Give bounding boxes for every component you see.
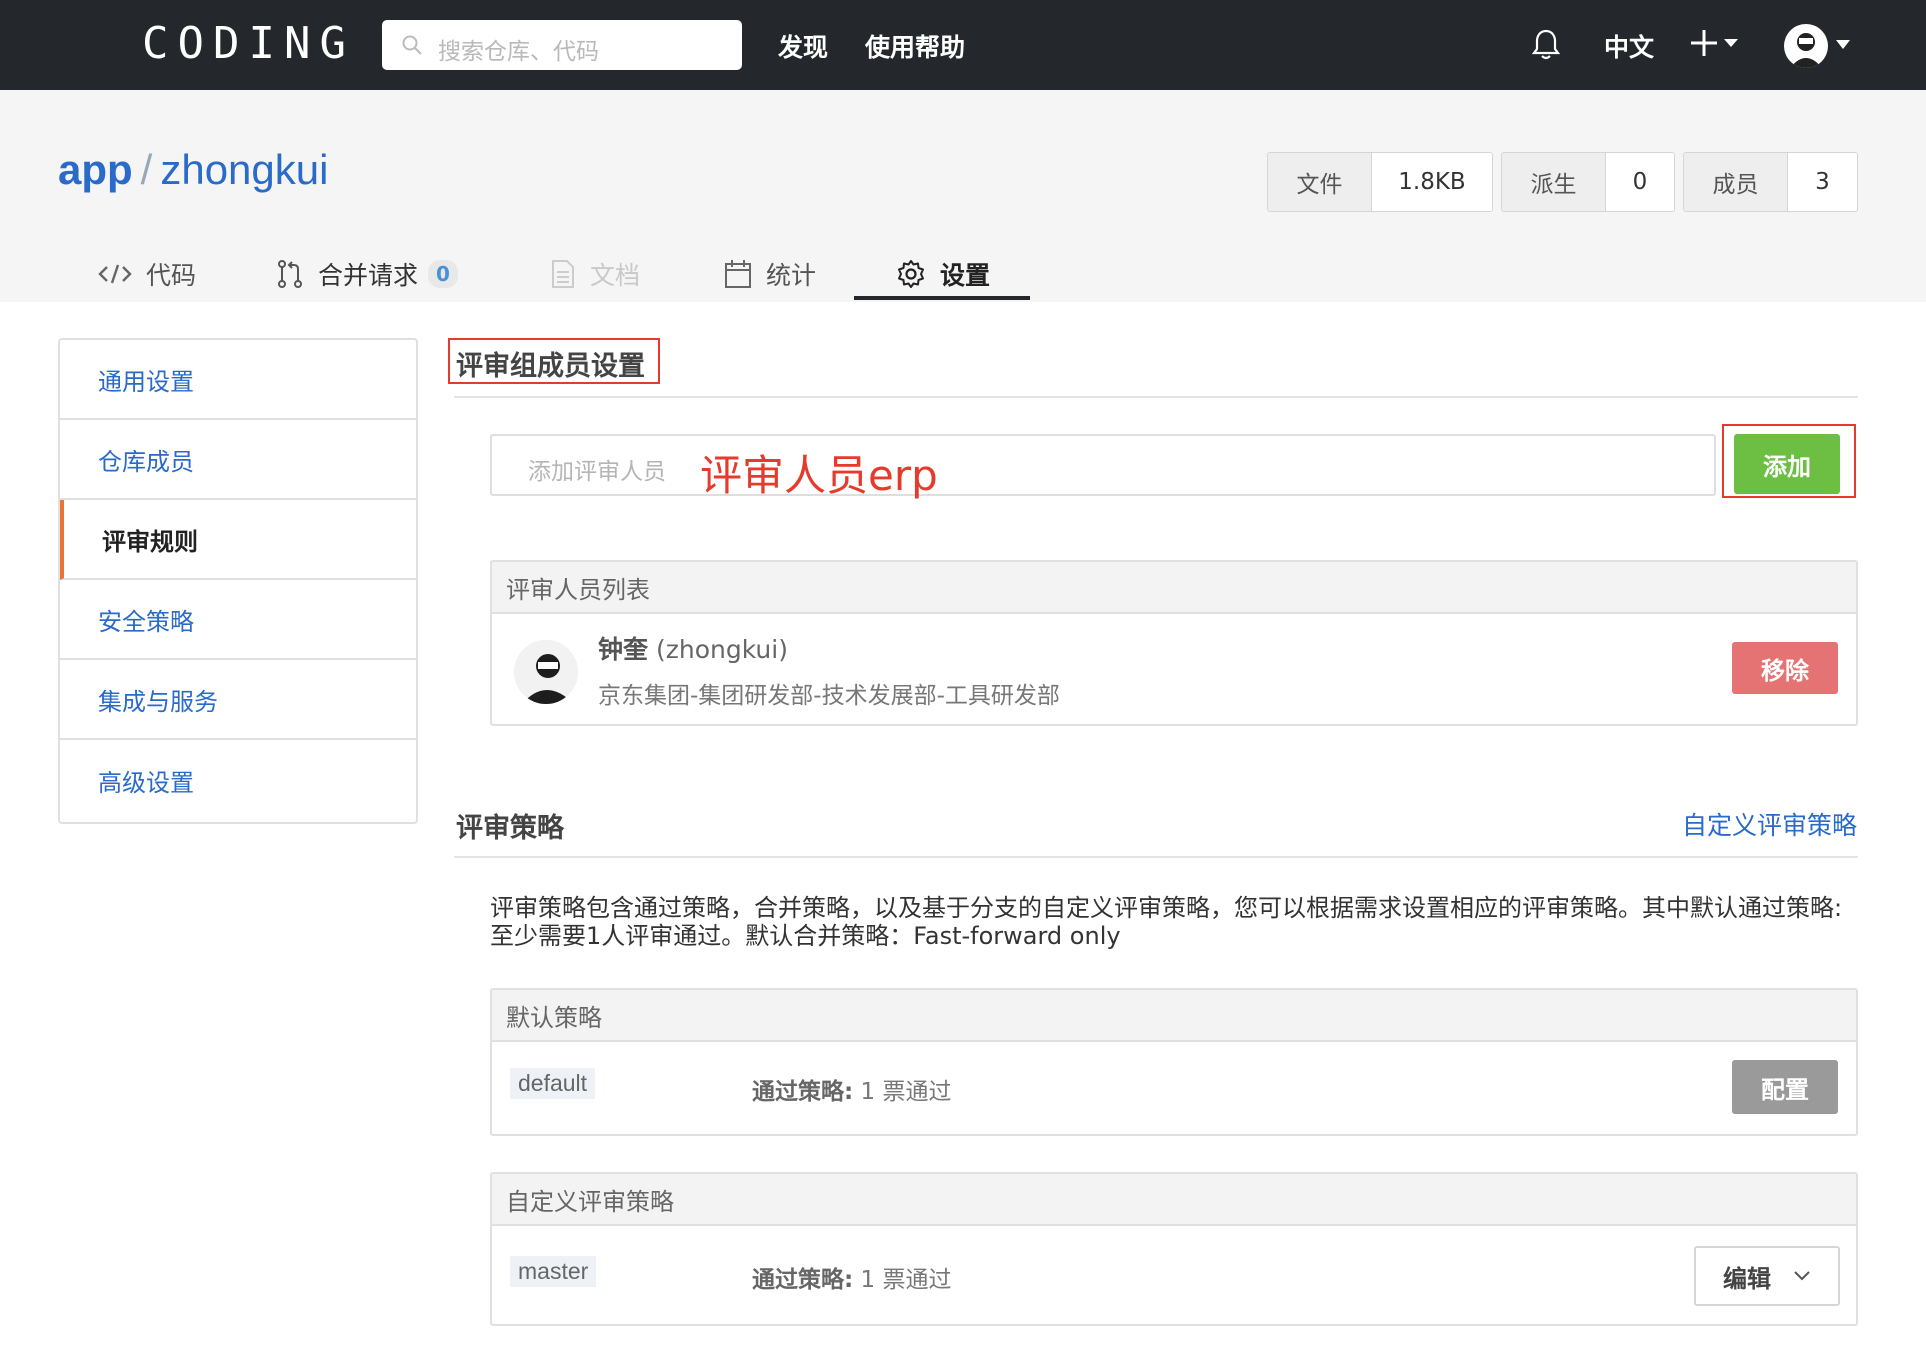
stat-label: 派生 (1502, 153, 1606, 211)
configure-button[interactable]: 配置 (1732, 1060, 1838, 1114)
avatar-image-icon (514, 640, 578, 704)
user-avatar[interactable] (1784, 24, 1828, 68)
policy-text: 通过策略: 1 票通过 (752, 1072, 951, 1106)
reviewer-input-placeholder: 添加评审人员 (528, 459, 666, 485)
reviewer-list-title: 评审人员列表 (492, 562, 1856, 614)
edit-button[interactable]: 编辑 (1694, 1246, 1840, 1306)
chevron-down-icon[interactable] (1836, 40, 1850, 50)
reviewer-input[interactable]: 添加评审人员 评审人员erp (490, 434, 1716, 500)
default-strategy-panel: 默认策略 default 通过策略: 1 票通过 配置 (490, 988, 1858, 1136)
stat-value: 1.8KB (1372, 153, 1492, 211)
avatar-image-icon (1790, 33, 1822, 68)
search-placeholder: 搜索仓库、代码 (438, 39, 599, 65)
sidebar-item-security[interactable]: 安全策略 (60, 580, 416, 660)
tab-label: 统计 (766, 261, 817, 290)
custom-strategy-panel: 自定义评审策略 master 通过策略: 1 票通过 编辑 (490, 1172, 1858, 1326)
add-reviewer-button[interactable]: 添加 (1734, 434, 1840, 494)
repo-name-link[interactable]: zhongkui (160, 146, 328, 193)
nav-help[interactable]: 使用帮助 (865, 28, 965, 64)
coding-logo[interactable]: CODING (142, 18, 355, 69)
tab-label: 代码 (146, 261, 197, 290)
avatar (514, 640, 578, 704)
sidebar-item-review-rules[interactable]: 评审规则 (60, 500, 416, 580)
sidebar-item-general[interactable]: 通用设置 (60, 340, 416, 420)
remove-reviewer-button[interactable]: 移除 (1732, 642, 1838, 694)
policy-label: 通过策略: (752, 1079, 854, 1105)
reviewers-section-title: 评审组成员设置 (456, 351, 645, 382)
gear-icon (898, 260, 924, 288)
document-icon (552, 260, 574, 288)
tab-merge-requests[interactable]: 合并请求 0 (276, 248, 458, 300)
repo-title: app / zhongkui (58, 146, 328, 194)
reviewer-display-name: 钟奎 (598, 635, 649, 664)
strategy-section-title: 评审策略 (456, 813, 564, 844)
repo-owner-link[interactable]: app (58, 146, 133, 193)
branch-tag: default (510, 1068, 596, 1099)
divider (454, 396, 1858, 398)
settings-sidebar: 通用设置 仓库成员 评审规则 安全策略 集成与服务 高级设置 (58, 338, 418, 824)
stat-label: 文件 (1268, 153, 1372, 211)
tab-label: 设置 (940, 261, 991, 290)
branch-tag: master (510, 1256, 597, 1287)
tab-stats[interactable]: 统计 (724, 248, 816, 300)
edit-button-label: 编辑 (1723, 1264, 1771, 1293)
sidebar-item-integrations[interactable]: 集成与服务 (60, 660, 416, 740)
default-strategy-title: 默认策略 (492, 990, 1856, 1042)
custom-strategy-title: 自定义评审策略 (492, 1174, 1856, 1226)
strategy-row: master 通过策略: 1 票通过 编辑 (492, 1226, 1856, 1324)
merge-request-icon (278, 260, 302, 288)
repo-separator: / (140, 146, 153, 193)
tab-code[interactable]: 代码 (98, 248, 196, 300)
search-icon (402, 35, 422, 55)
reviewer-list-panel: 评审人员列表 钟奎 (zhongkui) 京东集团-集团研发部-技术发展部-工具… (490, 560, 1858, 726)
calendar-icon (725, 260, 751, 288)
stat-value: 0 (1606, 153, 1674, 211)
strategy-description: 评审策略包含通过策略，合并策略，以及基于分支的自定义评审策略，您可以根据需求设置… (490, 894, 1843, 950)
reviewer-org: 京东集团-集团研发部-技术发展部-工具研发部 (598, 683, 1060, 709)
tab-settings[interactable]: 设置 (896, 248, 990, 300)
reviewer-login: (zhongkui) (655, 635, 788, 664)
language-switch[interactable]: 中文 (1604, 28, 1654, 64)
code-icon (98, 264, 132, 284)
search-box[interactable]: 搜索仓库、代码 (382, 20, 742, 70)
custom-strategy-link[interactable]: 自定义评审策略 (1682, 806, 1857, 842)
stat-value: 3 (1788, 153, 1857, 211)
merge-request-count-badge: 0 (428, 260, 458, 288)
nav-discover[interactable]: 发现 (778, 28, 828, 64)
tab-label: 合并请求 (318, 261, 419, 290)
policy-value: 1 票通过 (860, 1079, 952, 1105)
tab-docs: 文档 (550, 248, 640, 300)
stat-forks[interactable]: 派生 0 (1501, 152, 1675, 212)
chevron-down-icon (1794, 1271, 1810, 1281)
active-tab-indicator (854, 296, 1030, 300)
bell-icon[interactable] (1530, 28, 1562, 62)
reviewer-input-annotation: 评审人员erp (700, 451, 938, 500)
policy-text: 通过策略: 1 票通过 (752, 1260, 951, 1294)
strategy-row: default 通过策略: 1 票通过 配置 (492, 1042, 1856, 1134)
policy-label: 通过策略: (752, 1267, 854, 1293)
divider (454, 856, 1858, 858)
sidebar-item-advanced[interactable]: 高级设置 (60, 740, 416, 820)
plus-icon[interactable] (1690, 22, 1740, 66)
stat-files[interactable]: 文件 1.8KB (1267, 152, 1493, 212)
stat-members[interactable]: 成员 3 (1683, 152, 1858, 212)
top-navbar: CODING 搜索仓库、代码 发现 使用帮助 中文 (0, 0, 1926, 90)
sidebar-item-members[interactable]: 仓库成员 (60, 420, 416, 500)
stat-label: 成员 (1684, 153, 1788, 211)
tab-label: 文档 (590, 261, 641, 290)
reviewer-row: 钟奎 (zhongkui) 京东集团-集团研发部-技术发展部-工具研发部 移除 (492, 614, 1856, 724)
policy-value: 1 票通过 (860, 1267, 952, 1293)
reviewer-name: 钟奎 (zhongkui) (598, 630, 788, 666)
